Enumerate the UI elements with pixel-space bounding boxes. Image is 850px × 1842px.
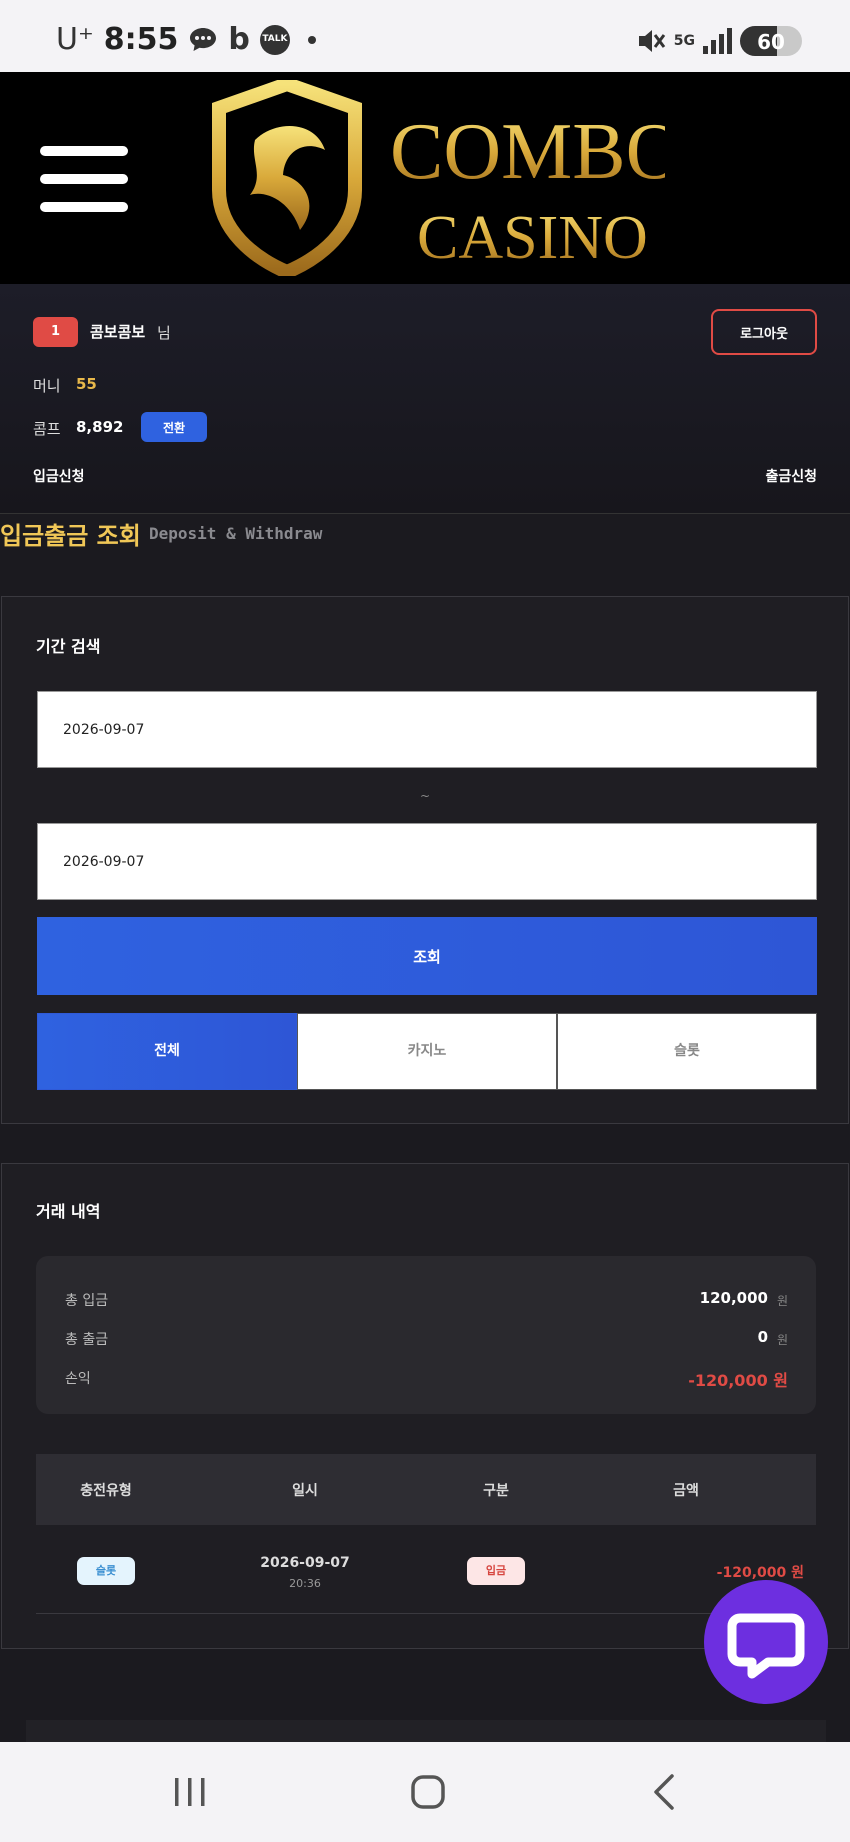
status-bar: U⁺ 8:55 b TALK 5G 60 [0, 0, 850, 72]
user-panel: 1 콤보콤보 님 로그아웃 머니 55 콤프 8,892 전환 입금신청 출금신… [0, 284, 850, 514]
b-app-icon: b [228, 22, 250, 57]
android-nav-bar [0, 1742, 850, 1842]
profit-value: -120,000 원 [688, 1371, 788, 1390]
category-badge: 입금 [467, 1557, 525, 1585]
chat-icon [727, 1613, 805, 1679]
end-date-input[interactable] [37, 823, 817, 900]
row-amount: -120,000 원 [716, 1565, 804, 1581]
total-deposit-label: 총 입금 [65, 1293, 109, 1309]
profit-label: 손익 [65, 1371, 91, 1387]
combo-casino-logo[interactable]: COMBO CASINO [205, 80, 665, 276]
column-header-type: 충전유형 [80, 1483, 132, 1499]
date-separator: ~ [419, 789, 431, 803]
back-icon[interactable] [650, 1772, 680, 1812]
period-search-panel: 기간 검색 ~ 조회 전체 카지노 슬롯 [1, 596, 849, 1124]
hamburger-menu-icon[interactable] [40, 146, 128, 212]
level-badge: 1 [33, 317, 78, 347]
talk-label: TALK [262, 33, 288, 44]
recent-apps-icon[interactable] [172, 1772, 208, 1812]
username: 콤보콤보 [90, 323, 146, 341]
search-button[interactable]: 조회 [37, 917, 817, 995]
deposit-request-link[interactable]: 입금신청 [33, 466, 85, 486]
start-date-input[interactable] [37, 691, 817, 768]
period-search-title: 기간 검색 [36, 637, 101, 656]
category-tabs: 전체 카지노 슬롯 [37, 1013, 817, 1090]
comp-label: 콤프 [33, 420, 61, 438]
withdraw-request-link[interactable]: 출금신청 [765, 466, 817, 486]
total-deposit-unit: 원 [776, 1294, 788, 1308]
row-time: 20:36 [289, 1577, 321, 1590]
type-badge: 슬롯 [77, 1557, 135, 1585]
home-icon[interactable] [408, 1772, 448, 1812]
battery-charging-icon: 60 [740, 26, 802, 56]
status-bar-right: 5G 60 [636, 26, 802, 56]
logo-line2: CASINO [417, 204, 648, 272]
tab-casino[interactable]: 카지노 [297, 1013, 557, 1090]
table-header: 충전유형 일시 구분 금액 [36, 1454, 816, 1525]
live-chat-button[interactable] [704, 1580, 828, 1704]
row-date: 2026-09-07 [260, 1555, 350, 1571]
transaction-history-panel: 거래 내역 총 입금 120,000 원 총 출금 0 원 손익 -120,00… [1, 1163, 849, 1649]
column-header-datetime: 일시 [292, 1483, 318, 1499]
total-deposit-value: 120,000 [699, 1289, 768, 1307]
clock: 8:55 [103, 22, 179, 57]
honorific: 님 [157, 324, 171, 342]
logout-button[interactable]: 로그아웃 [711, 309, 817, 355]
logo-line1: COMBO [390, 108, 665, 196]
total-withdraw-unit: 원 [776, 1333, 788, 1347]
carrier-label: U⁺ [56, 22, 94, 57]
status-bar-left: U⁺ 8:55 b TALK [56, 22, 316, 57]
network-label: 5G [673, 33, 695, 49]
column-header-amount: 금액 [673, 1483, 699, 1499]
total-withdraw-value: 0 [757, 1328, 768, 1346]
history-title: 거래 내역 [36, 1202, 101, 1221]
tab-all[interactable]: 전체 [37, 1013, 297, 1090]
column-header-category: 구분 [483, 1483, 509, 1499]
money-label: 머니 [33, 377, 61, 395]
chat-bubble-icon [190, 27, 217, 51]
table-row: 슬롯 2026-09-07 20:36 입금 -120,000 원 [36, 1525, 816, 1614]
page-title: 입금출금 조회 [0, 522, 141, 550]
kakaotalk-icon: TALK [259, 24, 290, 55]
page-subtitle: Deposit & Withdraw [149, 524, 323, 543]
mute-icon [638, 30, 665, 52]
total-withdraw-label: 총 출금 [65, 1332, 109, 1348]
site-header: COMBO CASINO [0, 72, 850, 284]
comp-convert-button[interactable]: 전환 [141, 412, 207, 442]
summary-card: 총 입금 120,000 원 총 출금 0 원 손익 -120,000 원 [36, 1256, 816, 1414]
comp-value: 8,892 [76, 418, 124, 436]
tab-slot[interactable]: 슬롯 [557, 1013, 817, 1090]
money-value: 55 [76, 375, 97, 393]
signal-icon [703, 28, 732, 54]
battery-level: 60 [757, 30, 785, 54]
dot-icon [307, 35, 316, 44]
